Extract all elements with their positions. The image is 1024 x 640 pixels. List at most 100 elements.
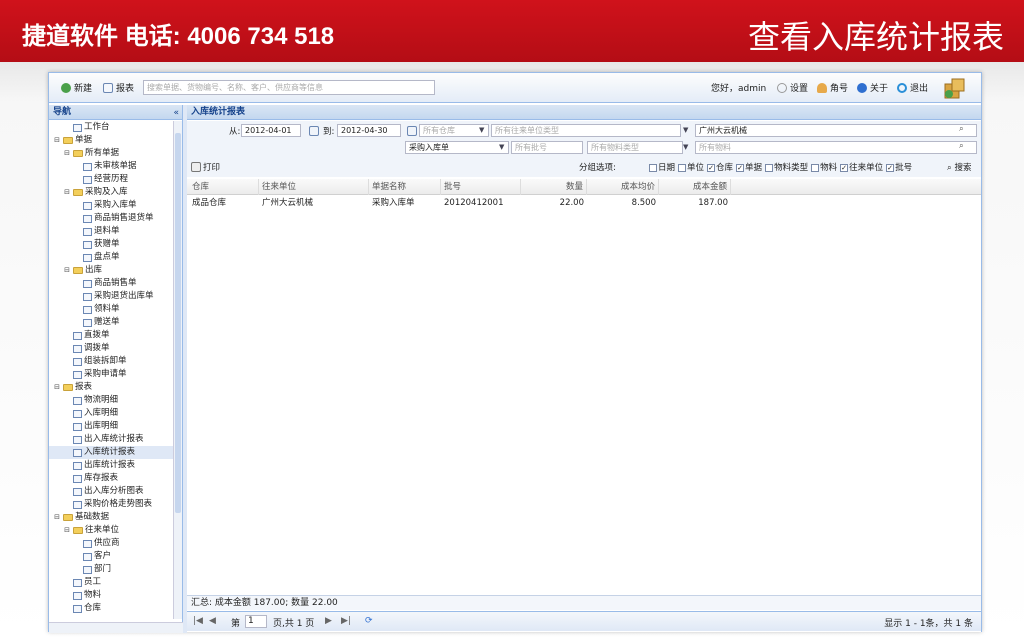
nav-item[interactable]: 商品销售退货单 (49, 212, 173, 225)
nav-item[interactable]: 退料单 (49, 225, 173, 238)
group-option[interactable]: 物料类型 (765, 161, 808, 173)
nav-item[interactable]: ⊟ 采购及入库 (49, 186, 173, 199)
nav-item[interactable]: 采购价格走势图表 (49, 498, 173, 511)
calendar-icon[interactable] (309, 126, 319, 136)
chevron-down-icon[interactable]: ▼ (479, 126, 484, 134)
nav-item[interactable]: 部门 (49, 563, 173, 576)
checkbox[interactable]: ✓ (840, 163, 849, 172)
logout-button[interactable]: 退出 (897, 81, 928, 94)
partner-field[interactable]: 广州大云机械 (695, 124, 977, 137)
nav-item[interactable]: 物流明细 (49, 394, 173, 407)
group-option[interactable]: ✓ 批号 (886, 161, 912, 173)
nav-item[interactable]: ⊟ 往来单位 (49, 524, 173, 537)
settings-button[interactable]: 设置 (777, 81, 808, 94)
nav-item[interactable]: 赠送单 (49, 316, 173, 329)
report-button[interactable]: 报表 (103, 81, 134, 94)
column-header[interactable]: 往来单位 (259, 179, 369, 195)
new-button[interactable]: 新建 (61, 81, 92, 94)
expand-toggle-icon[interactable]: ⊟ (53, 381, 61, 394)
nav-item[interactable]: 商品销售单 (49, 277, 173, 290)
expand-toggle-icon[interactable]: ⊟ (63, 186, 71, 199)
material-field[interactable]: 所有物料 (695, 141, 977, 154)
group-option[interactable]: 单位 (678, 161, 704, 173)
nav-item[interactable]: 出入库分析图表 (49, 485, 173, 498)
nav-item[interactable]: ⊟ 所有单据 (49, 147, 173, 160)
scroll-thumb[interactable] (175, 133, 181, 513)
nav-item[interactable]: 员工 (49, 576, 173, 589)
prev-page-button[interactable]: ◀ (209, 616, 216, 626)
account-button[interactable]: 角号 (817, 81, 848, 94)
nav-horizontal-scrollbar[interactable] (49, 622, 183, 633)
nav-item[interactable]: 组装拆卸单 (49, 355, 173, 368)
group-option[interactable]: ✓ 仓库 (707, 161, 733, 173)
group-option[interactable]: 物料 (811, 161, 837, 173)
chevron-down-icon[interactable]: ▼ (683, 126, 688, 134)
batch-field[interactable]: 所有批号 (511, 141, 583, 154)
nav-item[interactable]: 入库统计报表 (49, 446, 173, 459)
next-page-button[interactable]: ▶ (325, 616, 332, 626)
global-search-input[interactable]: 搜索单据、货物编号、名称、客户、供应商等信息 (143, 80, 435, 95)
nav-item[interactable]: ⊟ 报表 (49, 381, 173, 394)
to-date-field[interactable]: 2012-04-30 (337, 124, 401, 137)
expand-toggle-icon[interactable]: ⊟ (63, 524, 71, 537)
expand-toggle-icon[interactable]: ⊟ (53, 511, 61, 524)
nav-item[interactable]: 供应商 (49, 537, 173, 550)
nav-item[interactable]: 仓库 (49, 602, 173, 615)
nav-item[interactable]: 采购退货出库单 (49, 290, 173, 303)
search-button[interactable]: ⌕ 搜索 (947, 161, 971, 173)
collapse-nav-button[interactable]: « (173, 106, 179, 121)
nav-item[interactable]: 经营历程 (49, 173, 173, 186)
nav-item[interactable]: 出入库统计报表 (49, 433, 173, 446)
column-header[interactable]: 成本金额 (659, 179, 731, 195)
column-header[interactable]: 仓库 (189, 179, 259, 195)
nav-item[interactable]: 盘点单 (49, 251, 173, 264)
checkbox[interactable] (811, 163, 820, 172)
nav-item[interactable]: 采购申请单 (49, 368, 173, 381)
group-option[interactable]: 日期 (649, 161, 675, 173)
checkbox[interactable] (649, 163, 657, 172)
column-header[interactable]: 数量 (521, 179, 587, 195)
nav-item[interactable]: 库存报表 (49, 472, 173, 485)
group-option[interactable]: ✓ 单据 (736, 161, 762, 173)
nav-item[interactable]: 直拨单 (49, 329, 173, 342)
from-date-field[interactable]: 2012-04-01 (241, 124, 301, 137)
expand-toggle-icon[interactable]: ⊟ (63, 264, 71, 277)
nav-item[interactable]: ⊟ 单据 (49, 134, 173, 147)
calendar-icon[interactable] (407, 126, 417, 136)
nav-item[interactable]: 工作台 (49, 121, 173, 134)
nav-item[interactable]: 出库统计报表 (49, 459, 173, 472)
checkbox[interactable] (765, 163, 774, 172)
page-number-input[interactable]: 1 (245, 615, 267, 628)
chevron-down-icon[interactable]: ▼ (683, 143, 688, 151)
search-icon[interactable]: ⌕ (959, 141, 964, 151)
checkbox[interactable]: ✓ (886, 163, 895, 172)
nav-item[interactable]: 入库明细 (49, 407, 173, 420)
print-button[interactable]: 打印 (191, 161, 220, 173)
table-row[interactable]: 成品仓库 广州大云机械 采购入库单 20120412001 22.00 8.500 187.… (187, 195, 981, 211)
column-header[interactable]: 单据名称 (369, 179, 441, 195)
nav-item[interactable]: 出库明细 (49, 420, 173, 433)
expand-toggle-icon[interactable]: ⊟ (53, 134, 61, 147)
checkbox[interactable]: ✓ (707, 163, 716, 172)
expand-toggle-icon[interactable]: ⊟ (63, 147, 71, 160)
column-header[interactable]: 批号 (441, 179, 521, 195)
nav-item[interactable]: 获赠单 (49, 238, 173, 251)
about-button[interactable]: 关于 (857, 81, 888, 94)
column-header[interactable]: 成本均价 (587, 179, 659, 195)
nav-item[interactable]: ⊟ 基础数据 (49, 511, 173, 524)
nav-item[interactable]: 采购入库单 (49, 199, 173, 212)
last-page-button[interactable]: ▶| (341, 616, 351, 626)
nav-item[interactable]: 调拨单 (49, 342, 173, 355)
doc-type-select[interactable]: 采购入库单 (405, 141, 509, 154)
checkbox[interactable]: ✓ (736, 163, 745, 172)
nav-vertical-scrollbar[interactable] (173, 121, 182, 619)
nav-item[interactable]: 领料单 (49, 303, 173, 316)
nav-item[interactable]: 客户 (49, 550, 173, 563)
group-option[interactable]: ✓ 往来单位 (840, 161, 883, 173)
chevron-down-icon[interactable]: ▼ (499, 143, 504, 151)
checkbox[interactable] (678, 163, 687, 172)
nav-item[interactable]: ⊟ 出库 (49, 264, 173, 277)
nav-item[interactable]: 物料 (49, 589, 173, 602)
partner-type-select[interactable]: 所有往来单位类型 (491, 124, 681, 137)
search-icon[interactable]: ⌕ (959, 124, 964, 134)
